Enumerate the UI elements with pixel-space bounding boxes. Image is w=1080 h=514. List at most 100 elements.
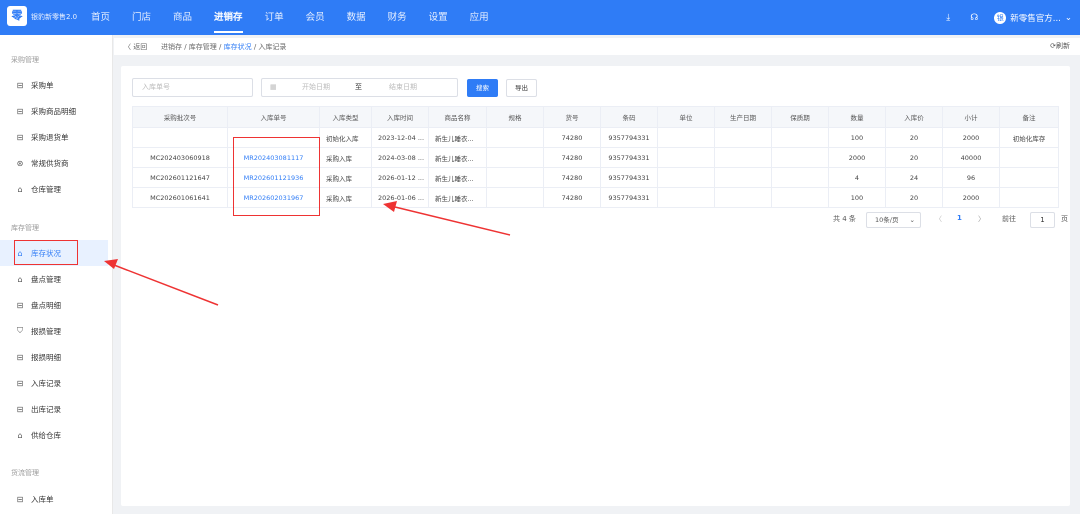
refresh-button[interactable]: ⟳刷新 [1050, 41, 1070, 51]
cell-quantity: 100 [828, 187, 886, 208]
sidebar-item-damage-detail[interactable]: ⊟ 报损明细 [0, 344, 108, 370]
col-shelf-life: 保质期 [771, 106, 829, 128]
cell-production-date [714, 127, 772, 148]
cell-remark [999, 167, 1059, 188]
breadcrumb-prefix[interactable]: 进销存 / 库存管理 / [161, 43, 224, 51]
top-right-tools: ⤓ ☊ 银 新零售官方... ⌄ [942, 0, 1072, 35]
cell-remark [999, 187, 1059, 208]
col-production-date: 生产日期 [714, 106, 772, 128]
col-item-no: 货号 [543, 106, 601, 128]
cell-item-no: 74280 [543, 187, 601, 208]
app-brand: 银豹新零售2.0 [31, 13, 78, 21]
cell-batch-no: MC202601061641 [132, 187, 228, 208]
house-icon: ⌂ [17, 184, 23, 194]
sidebar-group-goods-flow: 货流管理 [11, 469, 39, 477]
col-inbound-no: 入库单号 [227, 106, 320, 128]
goto-page-input[interactable]: 1 [1030, 212, 1055, 228]
cell-barcode: 9357794331 [600, 127, 658, 148]
cell-inbound-type: 采购入库 [319, 147, 372, 168]
nav-data[interactable]: 数据 [336, 0, 377, 35]
sidebar-item-warehouse[interactable]: ⌂ 仓库管理 [0, 176, 108, 202]
sidebar-item-label: 常规供货商 [31, 158, 69, 168]
nav-orders[interactable]: 订单 [254, 0, 295, 35]
house-icon: ⌂ [17, 274, 23, 284]
cell-spec [486, 167, 544, 188]
cell-barcode: 9357794331 [600, 147, 658, 168]
page-number-current[interactable]: 1 [957, 214, 962, 222]
sidebar-item-purchase-return[interactable]: ⊟ 采购退货单 [0, 124, 108, 150]
col-subtotal: 小计 [942, 106, 1000, 128]
order-no-input[interactable]: 入库单号 [132, 78, 253, 97]
sidebar-group-purchase: 采购管理 [11, 56, 39, 64]
cell-batch-no: MC202403060918 [132, 147, 228, 168]
sidebar-group-inventory: 库存管理 [11, 224, 39, 232]
sidebar-item-damage[interactable]: ⛉ 报损管理 [0, 318, 108, 344]
col-product-name: 商品名称 [428, 106, 487, 128]
sidebar-item-label: 入库记录 [31, 378, 61, 388]
breadcrumb-current[interactable]: 库存状况 [224, 43, 252, 51]
sidebar-item-inbound-records[interactable]: ⊟ 入库记录 [0, 370, 108, 396]
list-icon: ⊟ [16, 80, 24, 90]
sidebar-item-inbound-order[interactable]: ⊟ 入库单 [0, 486, 108, 512]
sidebar-item-label: 报损管理 [31, 326, 61, 336]
sidebar-item-suppliers[interactable]: ⊛ 常规供货商 [0, 150, 108, 176]
nav-members[interactable]: 会员 [295, 0, 336, 35]
nav-settings[interactable]: 设置 [418, 0, 459, 35]
export-button[interactable]: 导出 [506, 79, 537, 97]
list-icon: ⊟ [16, 300, 24, 310]
sidebar-item-label: 仓库管理 [31, 184, 61, 194]
cell-inbound-time: 2026-01-12 ... [371, 167, 429, 188]
cell-quantity: 100 [828, 127, 886, 148]
sidebar-item-label: 盘点明细 [31, 300, 61, 310]
back-link[interactable]: 〈 返回 [124, 42, 147, 52]
cell-subtotal: 96 [942, 167, 1000, 188]
headset-icon[interactable]: ☊ [968, 13, 980, 23]
breadcrumb-path: 进销存 / 库存管理 / 库存状况 / 入库记录 [161, 42, 286, 52]
sidebar-item-label: 供给仓库 [31, 430, 61, 440]
sidebar-item-stocktake-detail[interactable]: ⊟ 盘点明细 [0, 292, 108, 318]
app-logo[interactable]: 零 [7, 6, 27, 26]
page-size-select[interactable]: 10条/页 ⌄ [866, 212, 921, 228]
chevron-down-icon: ⌄ [909, 216, 915, 224]
cell-batch-no [132, 127, 228, 148]
col-inbound-time: 入库时间 [371, 106, 429, 128]
sidebar-item-purchase-detail[interactable]: ⊟ 采购商品明细 [0, 98, 108, 124]
cell-subtotal: 40000 [942, 147, 1000, 168]
user-menu[interactable]: 银 新零售官方... ⌄ [994, 11, 1072, 24]
sidebar-item-label: 出库记录 [31, 404, 61, 414]
calendar-icon: ▦ [270, 83, 277, 91]
sidebar-item-stocktake[interactable]: ⌂ 盘点管理 [0, 266, 108, 292]
cell-barcode: 9357794331 [600, 167, 658, 188]
nav-apps[interactable]: 应用 [459, 0, 500, 35]
cell-inbound-time: 2026-01-06 ... [371, 187, 429, 208]
list-icon: ⊟ [16, 106, 24, 116]
cell-spec [486, 147, 544, 168]
list-icon: ⊟ [16, 494, 24, 504]
search-button[interactable]: 搜索 [467, 79, 498, 97]
sidebar-item-supply-warehouse[interactable]: ⌂ 供给仓库 [0, 422, 108, 448]
prev-page-button[interactable]: 〈 [935, 214, 942, 224]
nav-finance[interactable]: 财务 [377, 0, 418, 35]
sidebar-item-label: 入库单 [31, 494, 54, 504]
date-range-picker[interactable]: ▦ 开始日期 至 结束日期 [261, 78, 458, 97]
nav-store[interactable]: 门店 [121, 0, 162, 35]
nav-home[interactable]: 首页 [80, 0, 121, 35]
top-nav-bar: 零 银豹新零售2.0 首页 门店 商品 进销存 订单 会员 数据 财务 设置 应… [0, 0, 1080, 35]
col-inbound-type: 入库类型 [319, 106, 372, 128]
col-quantity: 数量 [828, 106, 886, 128]
main-nav: 首页 门店 商品 进销存 订单 会员 数据 财务 设置 应用 [80, 0, 500, 35]
nav-products[interactable]: 商品 [162, 0, 203, 35]
shield-icon: ⛉ [17, 326, 23, 335]
cell-inbound-price: 24 [885, 167, 943, 188]
col-batch-no: 采购批次号 [132, 106, 228, 128]
download-icon[interactable]: ⤓ [942, 13, 954, 23]
next-page-button[interactable]: 〉 [978, 214, 985, 224]
end-date-input[interactable]: 结束日期 [389, 79, 417, 96]
start-date-input[interactable]: 开始日期 [302, 79, 330, 96]
sidebar-item-outbound-records[interactable]: ⊟ 出库记录 [0, 396, 108, 422]
sidebar-item-purchase-order[interactable]: ⊟ 采购单 [0, 72, 108, 98]
col-unit: 单位 [657, 106, 715, 128]
cell-inbound-price: 20 [885, 187, 943, 208]
nav-inventory[interactable]: 进销存 [203, 0, 254, 35]
table-header-row: 采购批次号 入库单号 入库类型 入库时间 商品名称 规格 货号 条码 单位 生产… [132, 106, 1059, 128]
